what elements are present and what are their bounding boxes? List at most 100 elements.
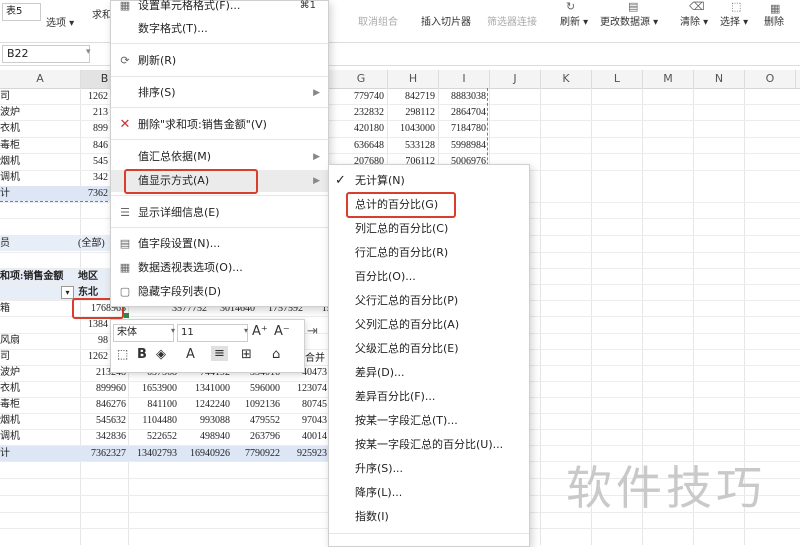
table-cell[interactable]: 899960 bbox=[80, 381, 126, 396]
row-label[interactable]: 烟机 bbox=[0, 413, 20, 428]
col-header-i[interactable]: I bbox=[439, 70, 490, 88]
table-cell[interactable]: 213 bbox=[82, 105, 108, 120]
table-cell[interactable]: 1262 bbox=[82, 89, 108, 104]
table-cell[interactable]: 1092136 bbox=[233, 397, 280, 412]
row-label[interactable]: 风扇 bbox=[0, 333, 20, 348]
options-button[interactable]: 选项 ▾ bbox=[46, 14, 74, 29]
total-cell[interactable]: 7362327 bbox=[80, 446, 126, 461]
table-cell[interactable]: 298112 bbox=[388, 105, 435, 120]
menu-item-show-details[interactable]: ☰ 显示详细信息(E) bbox=[111, 202, 328, 224]
change-source-button[interactable]: 更改数据源 ▾ bbox=[600, 13, 658, 28]
submenu-item-difference[interactable]: 差异(D)... bbox=[329, 361, 529, 385]
submenu-item-running-total[interactable]: 按某一字段汇总(T)... bbox=[329, 409, 529, 433]
col-header-l[interactable]: L bbox=[592, 70, 643, 88]
row-label[interactable]: 司 bbox=[0, 89, 10, 104]
row-label[interactable]: 衣机 bbox=[0, 381, 20, 396]
col-header-m[interactable]: M bbox=[643, 70, 694, 88]
submenu-item-no-calculation[interactable]: ✓ 无计算(N) bbox=[329, 169, 529, 193]
submenu-item-rank-ascending[interactable]: 升序(S)... bbox=[329, 457, 529, 481]
col-header-h[interactable]: H bbox=[388, 70, 439, 88]
clear-format-icon[interactable]: ⌂ bbox=[272, 347, 280, 362]
col-header-a[interactable]: A bbox=[0, 70, 81, 88]
menu-item-summarize-by[interactable]: 值汇总依据(M) ▶ bbox=[111, 146, 328, 168]
table-cell[interactable]: 636648 bbox=[336, 138, 384, 153]
table-cell[interactable]: 779740 bbox=[336, 89, 384, 104]
submenu-item-percent-of-parent-row[interactable]: 父行汇总的百分比(P) bbox=[329, 289, 529, 313]
submenu-item-rank-descending[interactable]: 降序(L)... bbox=[329, 481, 529, 505]
total-cell[interactable]: 16940926 bbox=[183, 446, 230, 461]
table-cell[interactable]: 545632 bbox=[80, 413, 126, 428]
table-cell[interactable]: 1242240 bbox=[183, 397, 230, 412]
total-cell[interactable]: 13402793 bbox=[130, 446, 177, 461]
table-cell[interactable]: 1653900 bbox=[130, 381, 177, 396]
menu-item-sort[interactable]: 排序(S) ▶ bbox=[111, 82, 328, 104]
table-cell[interactable]: 2864704 bbox=[439, 105, 486, 120]
menu-item-format-cells[interactable]: ▦ 设置单元格格式(F)... ⌘1 bbox=[111, 0, 328, 17]
total-cell[interactable]: 7362 bbox=[82, 186, 108, 201]
style-box[interactable]: 表5 bbox=[2, 3, 41, 21]
row-label[interactable]: 调机 bbox=[0, 170, 20, 185]
row-label[interactable]: 箱 bbox=[0, 301, 10, 316]
fill-color-icon[interactable]: ◈ bbox=[156, 347, 166, 362]
menu-item-value-field-settings[interactable]: ▤ 值字段设置(N)... bbox=[111, 233, 328, 255]
select-button[interactable]: 选择 ▾ bbox=[720, 13, 748, 28]
fill-handle[interactable] bbox=[124, 313, 129, 318]
table-cell[interactable]: 479552 bbox=[233, 413, 280, 428]
cancel-group-button[interactable]: 取消组合 bbox=[358, 13, 398, 28]
total-cell[interactable]: 925923 bbox=[280, 446, 327, 461]
chevron-down-icon[interactable]: ▾ bbox=[171, 326, 175, 335]
row-label[interactable]: 烟机 bbox=[0, 154, 20, 169]
table-cell[interactable]: 5998984 bbox=[439, 138, 486, 153]
filter-field-label[interactable]: 员 bbox=[0, 236, 10, 251]
borders-icon[interactable]: ⊞ bbox=[241, 347, 252, 362]
clear-button[interactable]: 清除 ▾ bbox=[680, 13, 708, 28]
col-header-o[interactable]: O bbox=[745, 70, 796, 88]
row-label[interactable]: 波炉 bbox=[0, 105, 20, 120]
refresh-ribbon-button[interactable]: 刷新 ▾ bbox=[560, 13, 588, 28]
submenu-item-percent-of-row[interactable]: 行汇总的百分比(R) bbox=[329, 241, 529, 265]
filter-dropdown-icon[interactable]: ▾ bbox=[61, 286, 74, 299]
delete-button[interactable]: 删除 bbox=[764, 13, 784, 28]
submenu-item-percent-of[interactable]: 百分比(O)... bbox=[329, 265, 529, 289]
total-label[interactable]: 计 bbox=[0, 186, 10, 201]
table-cell[interactable]: 899 bbox=[82, 121, 108, 136]
submenu-item-index[interactable]: 指数(I) bbox=[329, 505, 529, 529]
table-cell[interactable]: 263796 bbox=[233, 429, 280, 444]
table-cell[interactable]: 1262 bbox=[80, 349, 108, 364]
menu-item-number-format[interactable]: 数字格式(T)... bbox=[111, 18, 328, 40]
row-label[interactable]: 毒柜 bbox=[0, 397, 20, 412]
table-cell[interactable]: 7184780 bbox=[439, 121, 486, 136]
table-cell[interactable]: 846276 bbox=[80, 397, 126, 412]
row-label[interactable]: 调机 bbox=[0, 429, 20, 444]
row-label[interactable]: 波炉 bbox=[0, 365, 20, 380]
table-cell[interactable]: 522652 bbox=[130, 429, 177, 444]
filter-value[interactable]: (全部) bbox=[78, 236, 105, 251]
table-cell[interactable]: 1341000 bbox=[183, 381, 230, 396]
col-header-g[interactable]: G bbox=[335, 70, 388, 88]
submenu-item-percent-running-total[interactable]: 按某一字段汇总的百分比(U)... bbox=[329, 433, 529, 457]
table-cell[interactable]: 232832 bbox=[336, 105, 384, 120]
table-cell[interactable]: 1104480 bbox=[130, 413, 177, 428]
table-cell[interactable]: 993088 bbox=[183, 413, 230, 428]
table-cell[interactable]: 80745 bbox=[280, 397, 327, 412]
row-label[interactable]: 衣机 bbox=[0, 121, 20, 136]
table-cell[interactable]: 596000 bbox=[233, 381, 280, 396]
col-header-n[interactable]: N bbox=[694, 70, 745, 88]
sum-field-label[interactable]: 和项:销售金额 bbox=[0, 269, 63, 284]
submenu-item-percent-of-parent-column[interactable]: 父列汇总的百分比(A) bbox=[329, 313, 529, 337]
table-cell[interactable]: 40014 bbox=[280, 429, 327, 444]
field-name-box[interactable]: 求和 bbox=[92, 6, 112, 21]
font-size-select[interactable]: 11 bbox=[177, 324, 248, 342]
name-box[interactable]: B22 bbox=[2, 45, 90, 63]
row-label[interactable]: 司 bbox=[0, 349, 10, 364]
table-cell[interactable]: 420180 bbox=[336, 121, 384, 136]
insert-slicer-button[interactable]: 插入切片器 bbox=[421, 13, 471, 28]
format-painter-icon[interactable]: ⬚ bbox=[117, 347, 128, 361]
submenu-item-percent-of-column[interactable]: 列汇总的百分比(C) bbox=[329, 217, 529, 241]
table-cell[interactable]: 841100 bbox=[130, 397, 177, 412]
chevron-down-icon[interactable]: ▾ bbox=[86, 47, 91, 57]
table-cell[interactable]: 342836 bbox=[80, 429, 126, 444]
table-cell[interactable]: 8883038 bbox=[439, 89, 486, 104]
table-cell[interactable]: 97043 bbox=[280, 413, 327, 428]
align-center-icon[interactable]: ≡ bbox=[211, 346, 228, 361]
